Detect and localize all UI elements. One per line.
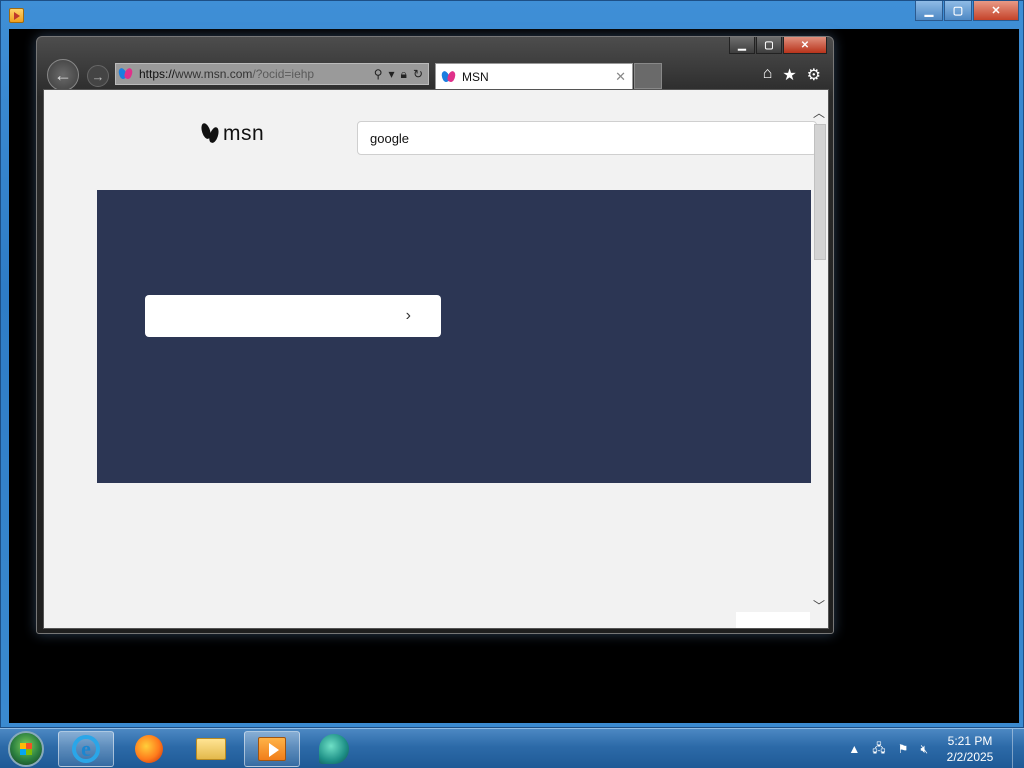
msn-logo[interactable]: msn xyxy=(199,121,265,147)
search-icon[interactable]: ⚲ xyxy=(374,67,383,82)
show-desktop-button[interactable] xyxy=(1012,729,1024,768)
browser-maximize-button[interactable]: ▢ xyxy=(756,37,782,54)
browser-toolbar: ⌂ ★ ⚙ xyxy=(763,65,821,85)
system-tray: ▲ 🖧︎ ⚑ 🔇︎ 5:21 PM 2/2/2025 xyxy=(842,729,1024,768)
tab-msn[interactable]: MSN ✕ xyxy=(435,63,633,89)
browser-window-controls: ▁ ▢ ✕ xyxy=(729,37,827,54)
new-tab-button[interactable] xyxy=(634,63,662,89)
close-button[interactable]: ✕ xyxy=(973,1,1019,21)
browser-minimize-button[interactable]: ▁ xyxy=(729,37,755,54)
scroll-down-icon[interactable]: ﹀ xyxy=(813,597,825,614)
clock-date: 2/2/2025 xyxy=(946,750,994,764)
folder-icon xyxy=(196,738,226,760)
app-icon xyxy=(9,8,24,23)
bottom-panel xyxy=(736,612,810,628)
taskbar-firefox-button[interactable] xyxy=(121,731,177,767)
hero-banner: › xyxy=(97,190,811,483)
firefox-icon xyxy=(135,735,163,763)
taskbar-app-button[interactable] xyxy=(306,731,362,767)
settings-icon[interactable]: ⚙ xyxy=(807,65,821,85)
show-hidden-icons-icon[interactable]: ▲ xyxy=(848,742,860,756)
media-player-icon xyxy=(258,737,286,761)
tab-close-icon[interactable]: ✕ xyxy=(615,69,626,85)
browser-close-button[interactable]: ✕ xyxy=(783,37,827,54)
clock[interactable]: 5:21 PM 2/2/2025 xyxy=(934,733,1006,765)
url-prefix: https:// xyxy=(139,67,176,81)
dropdown-icon[interactable]: ▾ xyxy=(389,67,395,82)
forward-arrow-icon: → xyxy=(91,68,105,84)
scroll-thumb[interactable] xyxy=(814,124,826,260)
taskbar-explorer-button[interactable] xyxy=(183,731,239,767)
msn-favicon-icon xyxy=(440,69,458,84)
internet-explorer-icon: e xyxy=(72,735,100,763)
url-path: /?ocid=iehp xyxy=(252,67,315,81)
address-bar[interactable]: https:// www.msn.com /?ocid=iehp ⚲ ▾ 🔒︎ … xyxy=(115,63,429,85)
home-icon[interactable]: ⌂ xyxy=(763,65,773,85)
scroll-up-icon[interactable]: ︿ xyxy=(813,104,825,121)
start-button[interactable] xyxy=(8,731,44,767)
msn-favicon-icon xyxy=(117,67,135,81)
app-icon xyxy=(319,734,349,764)
msn-butterfly-icon xyxy=(199,121,221,147)
url-host: www.msn.com xyxy=(175,67,253,81)
taskbar: e ▲ 🖧︎ ⚑ 🔇︎ 5:21 PM 2/2/2025 xyxy=(0,728,1024,768)
remote-window-titlebar[interactable]: ▁ ▢ ✕ xyxy=(1,1,1024,29)
action-center-flag-icon[interactable]: ⚑ xyxy=(898,742,909,756)
minimize-button[interactable]: ▁ xyxy=(915,1,943,21)
network-icon[interactable]: 🖧︎ xyxy=(872,739,885,760)
taskbar-media-button[interactable] xyxy=(244,731,300,767)
vertical-scrollbar[interactable]: ︿ ﹀ xyxy=(811,104,828,614)
forward-button[interactable]: → xyxy=(87,65,109,87)
favorites-icon[interactable]: ★ xyxy=(782,65,796,85)
msn-logo-text: msn xyxy=(223,122,265,145)
chevron-right-icon: › xyxy=(405,307,411,324)
browser-window: ▁ ▢ ✕ ← → https:// www.msn.com /?ocid=ie… xyxy=(36,36,834,634)
back-button[interactable]: ← xyxy=(47,59,79,91)
maximize-button[interactable]: ▢ xyxy=(944,1,972,21)
refresh-icon[interactable]: ↻ xyxy=(413,67,423,82)
page-content: msn › ︿ ﹀ xyxy=(43,89,829,629)
lock-icon[interactable]: 🔒︎ xyxy=(401,67,407,82)
taskbar-ie-button[interactable]: e xyxy=(58,731,114,767)
back-arrow-icon: ← xyxy=(54,64,72,85)
hero-input-button[interactable]: › xyxy=(145,295,441,337)
clock-time: 5:21 PM xyxy=(947,734,993,748)
search-input[interactable] xyxy=(357,121,817,155)
volume-muted-icon[interactable]: 🔇︎ xyxy=(920,742,928,757)
tab-title: MSN xyxy=(462,69,489,84)
window-controls: ▁ ▢ ✕ xyxy=(915,1,1019,21)
